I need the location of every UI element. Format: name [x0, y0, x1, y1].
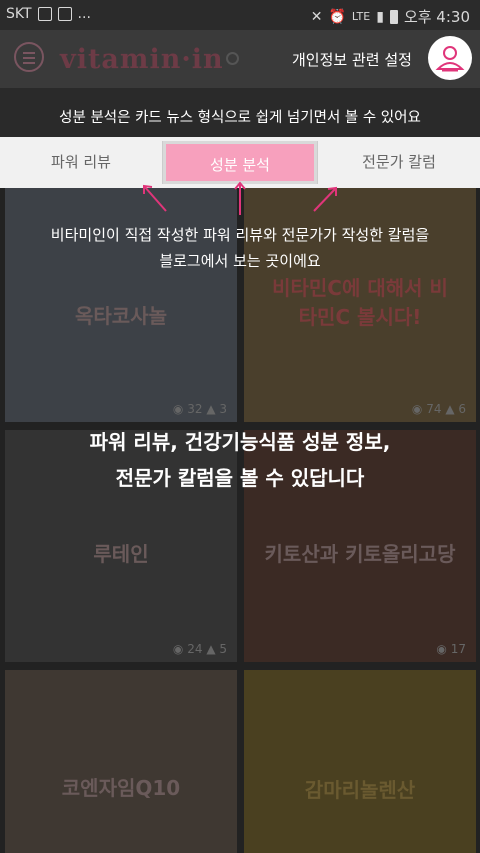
tutorial-tip-middle: 비타미인이 직접 작성한 파워 리뷰와 전문가가 작성한 칼럼을 블로그에서 보… [0, 222, 480, 274]
tip-middle-line-2: 블로그에서 보는 곳이에요 [159, 252, 321, 270]
tip-main-line-2: 전문가 칼럼을 볼 수 있답니다 [115, 466, 365, 490]
tip-middle-line-1: 비타미인이 직접 작성한 파워 리뷰와 전문가가 작성한 칼럼을 [50, 226, 430, 244]
arrow-to-power-review [143, 185, 167, 212]
arrow-to-expert-column [313, 187, 337, 212]
tutorial-tip-main: 파워 리뷰, 건강기능식품 성분 정보, 전문가 칼럼을 볼 수 있답니다 [0, 424, 480, 496]
tip-main-line-1: 파워 리뷰, 건강기능식품 성분 정보, [89, 430, 391, 454]
